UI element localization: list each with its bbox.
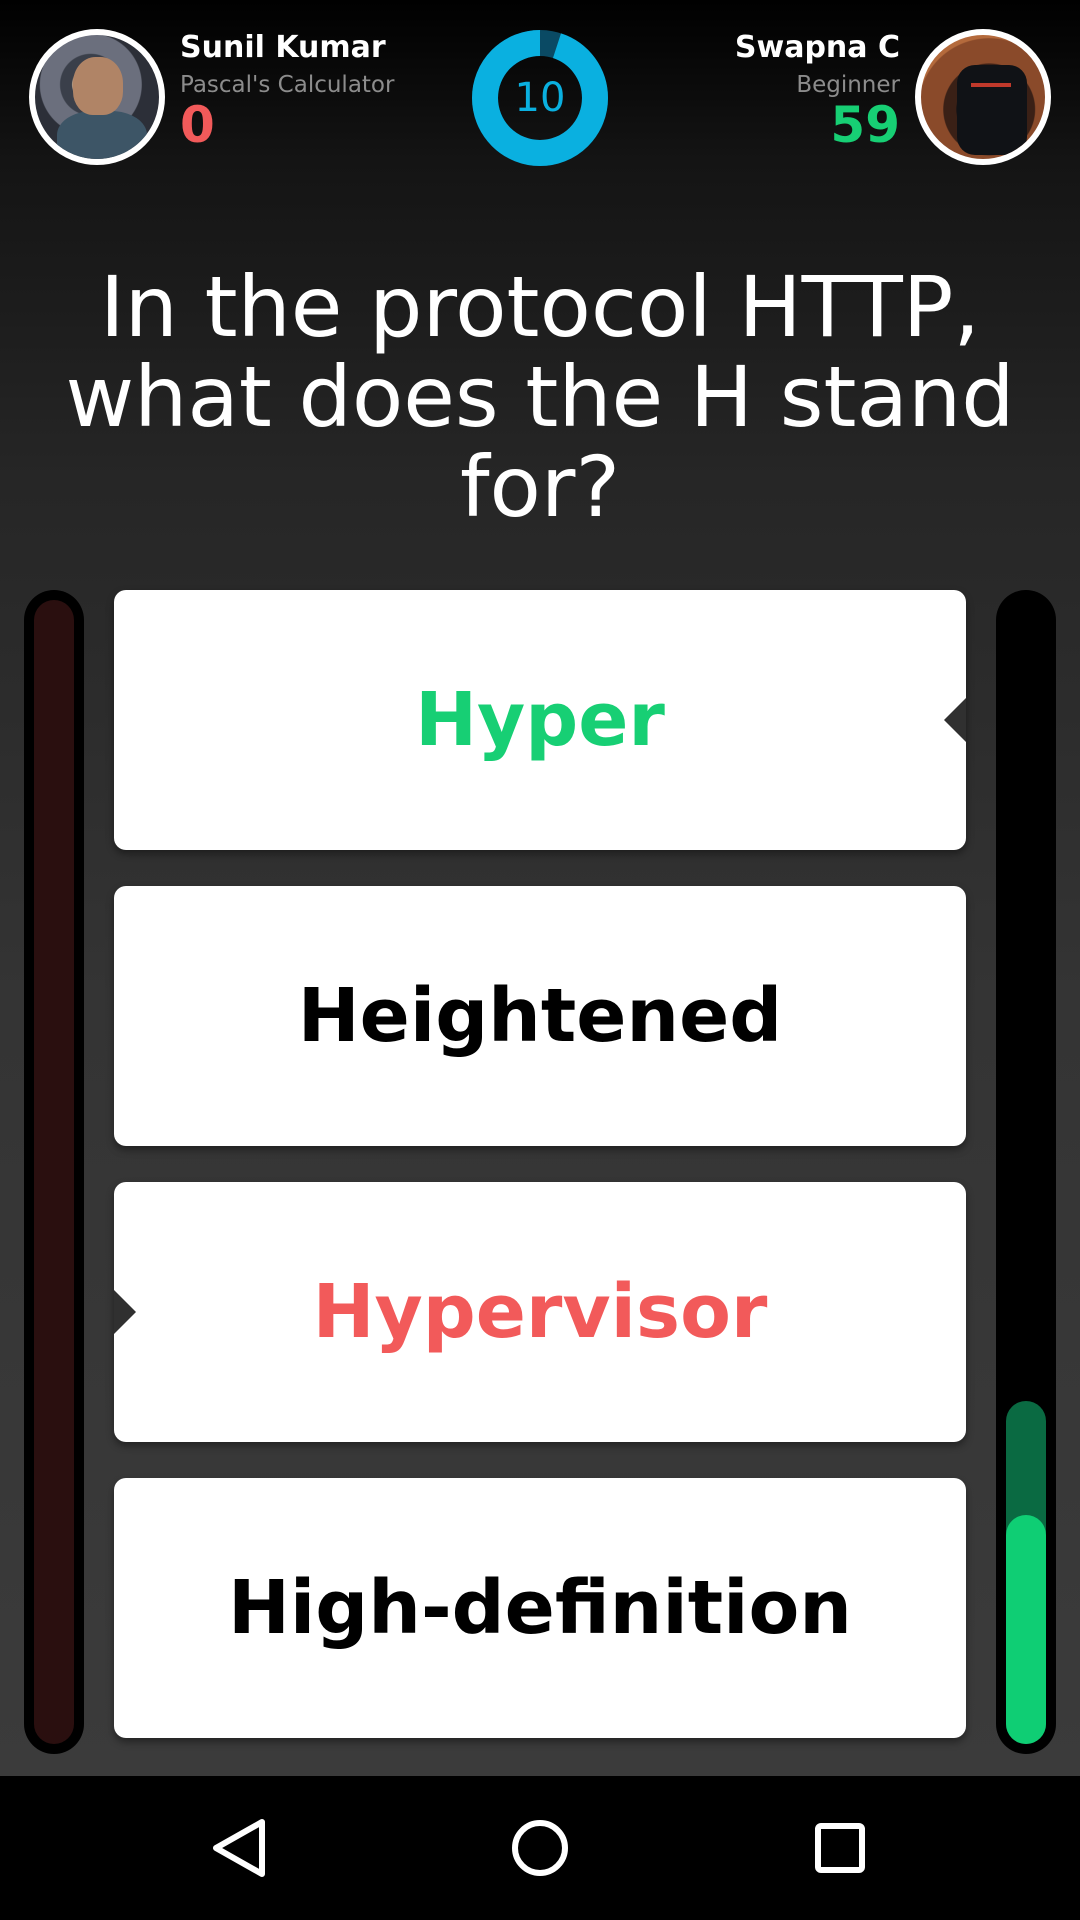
- player-left-avatar: [29, 29, 165, 165]
- back-icon[interactable]: [200, 1808, 280, 1888]
- player-choice-marker-icon: [114, 1290, 136, 1334]
- player-left-rank: Pascal's Calculator: [180, 72, 395, 98]
- player-left-score: 0: [180, 96, 215, 154]
- recents-icon[interactable]: [800, 1808, 880, 1888]
- player-right-score-bar: [996, 590, 1056, 1754]
- player-left-name: Sunil Kumar: [180, 30, 386, 65]
- question-text: In the protocol HTTP, what does the H st…: [65, 258, 1015, 536]
- countdown-timer: 10: [471, 29, 609, 167]
- player-right-score: 59: [830, 96, 900, 154]
- quiz-screen: Sunil Kumar Pascal's Calculator 0 10 Swa…: [0, 0, 1080, 1776]
- answer-option-1-label: Hyper: [415, 677, 665, 763]
- answer-option-3-label: Hypervisor: [312, 1269, 768, 1355]
- timer-seconds: 10: [514, 75, 566, 121]
- player-left-score-bar-track: [34, 600, 74, 1744]
- answer-option-4[interactable]: High-definition: [114, 1478, 966, 1738]
- opponent-choice-marker-icon: [944, 698, 966, 742]
- home-icon[interactable]: [500, 1808, 580, 1888]
- player-right-avatar: [915, 29, 1051, 165]
- answer-option-2-label: Heightened: [297, 973, 783, 1059]
- player-left-score-bar: [24, 590, 84, 1754]
- answer-option-3[interactable]: Hypervisor: [114, 1182, 966, 1442]
- player-right-name: Swapna C: [734, 30, 900, 65]
- answer-option-1[interactable]: Hyper: [114, 590, 966, 850]
- answer-option-4-label: High-definition: [228, 1565, 852, 1651]
- player-right-score-bar-fill: [1006, 1515, 1046, 1744]
- system-nav-bar: [0, 1776, 1080, 1920]
- player-right-rank: Beginner: [796, 72, 900, 98]
- answer-option-2[interactable]: Heightened: [114, 886, 966, 1146]
